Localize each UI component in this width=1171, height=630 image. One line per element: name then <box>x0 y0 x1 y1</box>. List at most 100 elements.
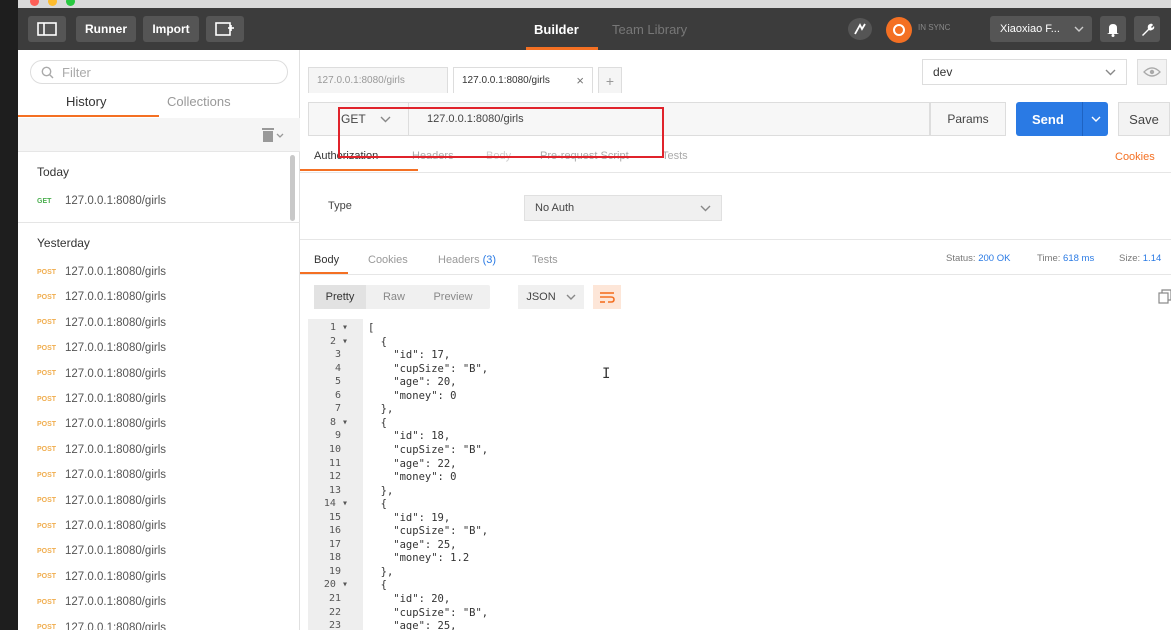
top-bar: Runner Import Builder Team Library IN SY… <box>18 8 1171 50</box>
history-item[interactable]: POST 127.0.0.1:8080/girls <box>37 264 166 280</box>
history-item-method: POST <box>37 293 57 301</box>
format-select[interactable]: JSON <box>518 285 584 309</box>
line-number: 11 <box>328 457 341 469</box>
maximize-window-button[interactable] <box>66 0 75 6</box>
runner-button[interactable]: Runner <box>76 16 136 42</box>
code-line: "id": 18, <box>368 430 451 443</box>
import-button[interactable]: Import <box>143 16 199 42</box>
tab-tests[interactable]: Tests <box>662 150 688 162</box>
wrap-lines-button[interactable] <box>593 285 621 309</box>
response-body-editor[interactable]: 1 ▾ [2 ▾ {3 "id": 17, 4 "cupSize": "B", 5 "… <box>308 319 1171 630</box>
window-titlebar <box>18 0 1171 8</box>
history-item-method: POST <box>37 344 57 352</box>
view-preview-button[interactable]: Preview <box>422 285 484 309</box>
line-number: 22 <box>328 606 341 618</box>
size-value: 1.14 <box>1142 253 1162 264</box>
line-number: 21 <box>328 593 341 604</box>
new-window-button[interactable] <box>206 16 244 42</box>
params-button[interactable]: Params <box>930 102 1006 136</box>
environment-select[interactable]: dev <box>922 59 1127 85</box>
line-number: 18 <box>328 552 341 564</box>
history-item[interactable]: POST 127.0.0.1:8080/girls <box>37 493 166 509</box>
sync-status: IN SYNC <box>918 23 951 32</box>
copy-icon[interactable] <box>1158 289 1171 309</box>
history-item[interactable]: POST 127.0.0.1:8080/girls <box>37 340 166 356</box>
history-item-method: POST <box>37 319 57 327</box>
close-icon[interactable]: × <box>576 73 584 88</box>
history-item[interactable]: POST 127.0.0.1:8080/girls <box>37 366 166 382</box>
history-tab-indicator <box>18 115 159 117</box>
send-button[interactable]: Send <box>1016 102 1108 136</box>
history-item[interactable]: POST 127.0.0.1:8080/girls <box>37 442 166 458</box>
history-item[interactable]: POST 127.0.0.1:8080/girls <box>37 289 166 305</box>
response-tab-body[interactable]: Body <box>314 254 339 266</box>
line-number: 12 <box>328 471 341 483</box>
time-label: Time: <box>1037 253 1061 264</box>
settings-button[interactable] <box>1134 16 1160 42</box>
sidebar-toggle-button[interactable] <box>28 16 66 42</box>
history-item[interactable]: POST 127.0.0.1:8080/girls <box>37 569 166 585</box>
code-line: "id": 17, <box>368 349 451 362</box>
notifications-button[interactable] <box>1100 16 1126 42</box>
trash-icon[interactable] <box>262 127 284 143</box>
chevron-down-icon <box>700 205 711 211</box>
history-item-method: POST <box>37 573 57 581</box>
request-tab[interactable]: 127.0.0.1:8080/girls <box>308 67 448 93</box>
new-tab-button[interactable]: + <box>598 67 622 93</box>
request-tab-active[interactable]: 127.0.0.1:8080/girls × <box>453 67 593 93</box>
text-cursor-icon: I <box>602 366 611 382</box>
bell-icon <box>1107 23 1119 37</box>
history-item[interactable]: POST 127.0.0.1:8080/girls <box>37 518 166 534</box>
user-menu[interactable]: Xiaoxiao F... <box>990 16 1092 42</box>
filter-input[interactable]: Filter <box>30 60 288 84</box>
tab-history[interactable]: History <box>66 94 106 114</box>
cookies-link[interactable]: Cookies <box>1115 151 1155 163</box>
history-item-url: 127.0.0.1:8080/girls <box>65 195 167 207</box>
auth-type-select[interactable]: No Auth <box>524 195 722 221</box>
line-number: 5 <box>334 376 341 388</box>
minimize-window-button[interactable] <box>48 0 57 6</box>
history-item[interactable]: POST 127.0.0.1:8080/girls <box>37 620 166 630</box>
code-line: "age": 25, <box>368 620 457 630</box>
history-item-url: 127.0.0.1:8080/girls <box>65 520 167 532</box>
history-item-method: POST <box>37 522 57 530</box>
builder-tab[interactable]: Builder <box>534 16 579 42</box>
history-item[interactable]: POST 127.0.0.1:8080/girls <box>37 315 166 331</box>
save-button[interactable]: Save <box>1118 102 1170 136</box>
line-number: 1 ▾ <box>329 322 348 333</box>
sync-icon[interactable] <box>886 17 912 43</box>
history-item[interactable]: GET 127.0.0.1:8080/girls <box>37 193 166 209</box>
filter-placeholder: Filter <box>62 64 91 80</box>
response-headers-label: Headers <box>438 254 480 266</box>
response-tab-tests[interactable]: Tests <box>532 254 558 266</box>
today-heading: Today <box>37 165 70 179</box>
close-window-button[interactable] <box>30 0 39 6</box>
code-line: "cupSize": "B", <box>368 525 489 538</box>
view-pretty-button[interactable]: Pretty <box>314 285 366 309</box>
history-item[interactable]: POST 127.0.0.1:8080/girls <box>37 416 166 432</box>
environment-quick-look-button[interactable] <box>1137 59 1167 85</box>
history-item[interactable]: POST 127.0.0.1:8080/girls <box>37 391 166 407</box>
line-number: 9 <box>334 430 341 442</box>
history-item[interactable]: POST 127.0.0.1:8080/girls <box>37 543 166 559</box>
code-line: }, <box>368 565 394 578</box>
interceptor-icon[interactable] <box>848 18 872 40</box>
history-item-method: POST <box>37 395 57 403</box>
history-item[interactable]: POST 127.0.0.1:8080/girls <box>37 594 166 610</box>
wrench-icon <box>1141 23 1154 36</box>
code-line: { <box>368 335 387 348</box>
tab-collections[interactable]: Collections <box>167 94 231 114</box>
sidebar-scrollbar[interactable] <box>290 155 295 221</box>
code-line: { <box>368 416 387 429</box>
code-line: { <box>368 579 387 592</box>
view-raw-button[interactable]: Raw <box>372 285 416 309</box>
send-options-toggle[interactable] <box>1082 102 1108 136</box>
team-library-tab[interactable]: Team Library <box>612 16 687 42</box>
history-item[interactable]: POST 127.0.0.1:8080/girls <box>37 467 166 483</box>
response-tab-headers[interactable]: Headers (3) <box>438 254 496 266</box>
line-number: 6 <box>334 389 341 401</box>
response-tab-cookies[interactable]: Cookies <box>368 254 408 266</box>
history-item-method: POST <box>37 471 57 479</box>
history-item-url: 127.0.0.1:8080/girls <box>65 393 167 405</box>
code-line: "age": 25, <box>368 538 457 551</box>
